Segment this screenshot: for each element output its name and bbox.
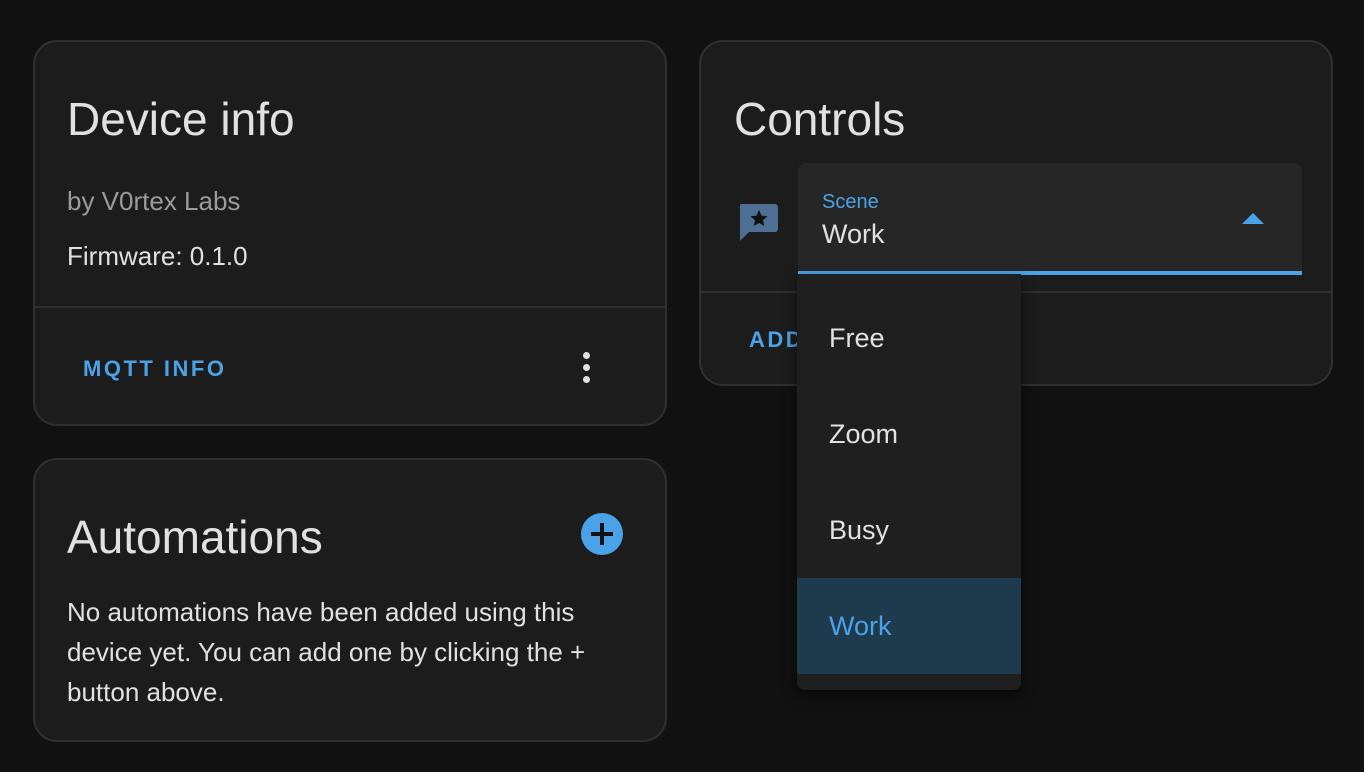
controls-title: Controls [734, 93, 906, 145]
scene-select[interactable]: Scene Work [798, 163, 1302, 275]
plus-circle-icon[interactable] [581, 513, 623, 555]
scene-options-menu: Free Zoom Busy Work [797, 274, 1021, 690]
firmware-text: Firmware: 0.1.0 [67, 241, 248, 271]
dots-vertical-icon[interactable] [575, 344, 597, 390]
device-info-card: Device info by V0rtex Labs Firmware: 0.1… [33, 40, 667, 426]
scene-option-zoom[interactable]: Zoom [797, 386, 1021, 482]
card-divider [35, 306, 665, 308]
scene-select-value: Work [822, 219, 885, 249]
automations-card: Automations No automations have been add… [33, 458, 667, 742]
manufacturer-text: by V0rtex Labs [67, 186, 241, 216]
automations-title: Automations [67, 511, 323, 563]
scene-option-busy[interactable]: Busy [797, 482, 1021, 578]
automations-description: No automations have been added using thi… [67, 597, 586, 707]
chevron-up-icon [1242, 213, 1264, 224]
add-button[interactable]: ADD [749, 327, 804, 353]
scene-select-label: Scene [822, 191, 879, 213]
scene-option-free[interactable]: Free [797, 290, 1021, 386]
scene-option-work[interactable]: Work [797, 578, 1021, 674]
mqtt-info-button[interactable]: MQTT INFO [83, 356, 226, 382]
message-star-icon [739, 204, 778, 241]
device-info-title: Device info [67, 93, 295, 145]
